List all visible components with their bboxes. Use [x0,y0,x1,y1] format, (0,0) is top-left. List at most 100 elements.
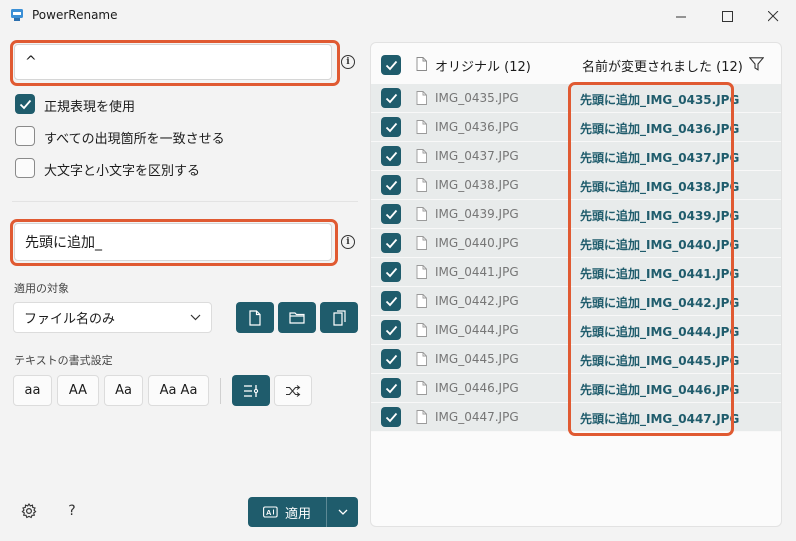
svg-text:A: A [266,508,272,517]
minimize-button[interactable] [658,0,704,32]
text-format-label: テキストの書式設定 [14,354,113,367]
apply-main-button[interactable]: A 適用 [248,497,326,527]
apply-options-button[interactable] [327,497,358,527]
renamed-filename: 先頭に追加_IMG_0442.JPG [580,296,740,310]
original-filename: IMG_0436.JPG [435,120,519,134]
file-icon [416,294,427,308]
renamed-filename: 先頭に追加_IMG_0439.JPG [580,209,740,223]
table-row[interactable]: IMG_0446.JPG 先頭に追加_IMG_0446.JPG [371,374,781,403]
table-row[interactable]: IMG_0440.JPG 先頭に追加_IMG_0440.JPG [371,229,781,258]
row-checkbox[interactable] [381,291,401,311]
table-row[interactable]: IMG_0444.JPG 先頭に追加_IMG_0444.JPG [371,316,781,345]
original-filename: IMG_0445.JPG [435,352,519,366]
search-input[interactable]: ^ [14,44,332,80]
checkmark-icon [385,238,397,248]
table-row[interactable]: IMG_0437.JPG 先頭に追加_IMG_0437.JPG [371,142,781,171]
renamed-filename: 先頭に追加_IMG_0441.JPG [580,267,740,281]
enumerate-icon [244,384,259,397]
titlecase-button[interactable]: Aa [104,375,143,406]
apply-to-label: 適用の対象 [14,282,69,295]
renamed-filename: 先頭に追加_IMG_0445.JPG [580,354,740,368]
original-filename: IMG_0437.JPG [435,149,519,163]
original-filename: IMG_0447.JPG [435,410,519,424]
file-icon [416,149,427,163]
row-checkbox[interactable] [381,320,401,340]
row-checkbox[interactable] [381,204,401,224]
randomize-button[interactable] [274,375,312,406]
table-row[interactable]: IMG_0436.JPG 先頭に追加_IMG_0436.JPG [371,113,781,142]
chevron-down-icon [190,314,201,321]
row-checkbox[interactable] [381,233,401,253]
renamed-filename: 先頭に追加_IMG_0438.JPG [580,180,740,194]
checkmark-icon [385,180,397,190]
select-all-checkbox[interactable] [381,55,401,75]
table-row[interactable]: IMG_0441.JPG 先頭に追加_IMG_0441.JPG [371,258,781,287]
close-icon [767,10,778,21]
question-icon: ? [68,503,76,519]
row-checkbox[interactable] [381,175,401,195]
settings-button[interactable] [20,502,38,520]
match-all-checkbox[interactable] [15,126,35,146]
renamed-column-header[interactable]: 名前が変更されました (12) [582,56,743,75]
original-filename: IMG_0440.JPG [435,236,519,250]
file-icon [249,309,261,326]
help-button[interactable]: ? [63,502,81,520]
file-icon [416,352,427,366]
apply-to-dropdown[interactable]: ファイル名のみ [13,302,212,333]
search-input-value: ^ [25,54,37,70]
original-filename: IMG_0442.JPG [435,294,519,308]
enumerate-button[interactable] [232,375,270,406]
close-button[interactable] [750,0,796,32]
file-icon [416,57,427,71]
row-checkbox[interactable] [381,378,401,398]
info-icon[interactable]: i [341,235,355,249]
file-icon [416,120,427,134]
rename-icon: A [263,506,278,518]
row-checkbox[interactable] [381,88,401,108]
original-filename: IMG_0446.JPG [435,381,519,395]
uppercase-button[interactable]: AA [57,375,99,406]
table-row[interactable]: IMG_0445.JPG 先頭に追加_IMG_0445.JPG [371,345,781,374]
table-row[interactable]: IMG_0435.JPG 先頭に追加_IMG_0435.JPG [371,84,781,113]
regex-label: 正規表現を使用 [44,100,136,115]
toolbar-separator [220,378,221,404]
capitalize-words-button[interactable]: Aa Aa [148,375,209,406]
maximize-button[interactable] [704,0,750,32]
include-folders-button[interactable] [278,302,316,333]
table-row[interactable]: IMG_0447.JPG 先頭に追加_IMG_0447.JPG [371,403,781,432]
info-icon[interactable]: i [341,55,355,69]
renamed-filename: 先頭に追加_IMG_0444.JPG [580,325,740,339]
powerrename-app-icon [11,9,23,21]
original-filename: IMG_0438.JPG [435,178,519,192]
case-sensitive-checkbox[interactable] [15,158,35,178]
original-filename: IMG_0444.JPG [435,323,519,337]
original-filename: IMG_0435.JPG [435,91,519,105]
maximize-icon [721,10,733,22]
checkmark-icon [385,93,397,103]
list-header: オリジナル (12) 名前が変更されました (12) [371,43,781,84]
file-icon [416,236,427,250]
filter-icon[interactable] [749,57,764,71]
original-column-header[interactable]: オリジナル (12) [435,56,531,75]
apply-label: 適用 [284,506,311,522]
row-checkbox[interactable] [381,146,401,166]
table-row[interactable]: IMG_0438.JPG 先頭に追加_IMG_0438.JPG [371,171,781,200]
include-subfolders-button[interactable] [320,302,358,333]
regex-checkbox[interactable] [15,94,35,114]
row-checkbox[interactable] [381,349,401,369]
checkmark-icon [385,267,397,277]
case-sensitive-label: 大文字と小文字を区別する [44,164,201,179]
table-row[interactable]: IMG_0439.JPG 先頭に追加_IMG_0439.JPG [371,200,781,229]
include-files-button[interactable] [236,302,274,333]
apply-button[interactable]: A 適用 [248,497,358,527]
row-checkbox[interactable] [381,117,401,137]
renamed-filename: 先頭に追加_IMG_0446.JPG [580,383,740,397]
row-checkbox[interactable] [381,407,401,427]
table-row[interactable]: IMG_0442.JPG 先頭に追加_IMG_0442.JPG [371,287,781,316]
lowercase-button[interactable]: aa [13,375,52,406]
checkmark-icon [385,60,397,70]
original-filename: IMG_0439.JPG [435,207,519,221]
replace-input[interactable]: 先頭に追加_ [14,223,332,261]
row-checkbox[interactable] [381,262,401,282]
file-icon [416,410,427,424]
